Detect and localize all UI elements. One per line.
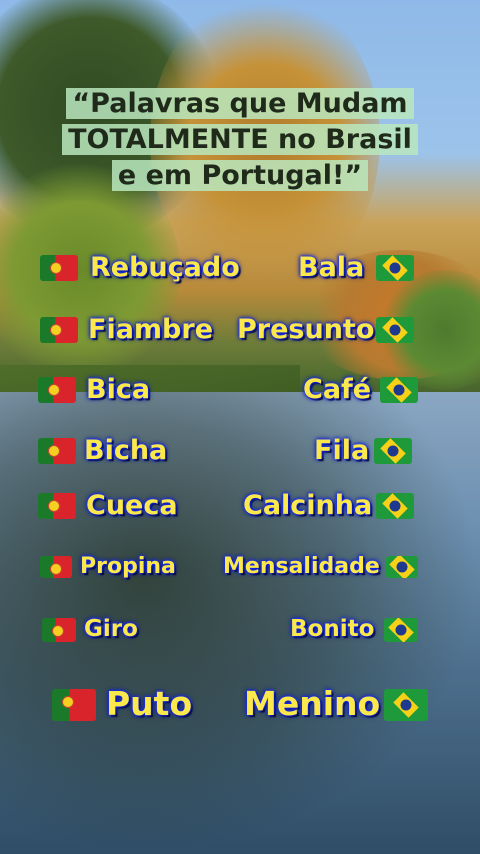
portugal-flag-icon <box>38 377 76 403</box>
brazil-flag-icon <box>384 618 418 642</box>
br-word: Fila <box>314 435 370 466</box>
portugal-flag-icon <box>40 255 78 281</box>
title-line: e em Portugal!” <box>111 160 369 191</box>
pt-word: Puto <box>106 684 193 723</box>
br-word: Calcinha <box>243 490 373 521</box>
pt-word: Cueca <box>86 490 178 521</box>
br-word: Bonito <box>290 616 375 642</box>
pt-word: Bicha <box>84 435 168 466</box>
portugal-flag-icon <box>52 689 96 721</box>
br-word: Mensalidade <box>223 554 380 579</box>
brazil-flag-icon <box>376 493 414 519</box>
word-pair-row: Giro Bonito <box>0 613 480 653</box>
br-word: Menino <box>244 684 381 723</box>
brazil-flag-icon <box>374 438 412 464</box>
word-pair-row: Fiambre Presunto <box>0 312 480 352</box>
portugal-flag-icon <box>40 317 78 343</box>
brazil-flag-icon <box>386 556 418 578</box>
portugal-flag-icon <box>38 438 76 464</box>
portugal-flag-icon <box>42 618 76 642</box>
brazil-flag-icon <box>384 689 428 721</box>
word-pair-row: Bica Café <box>0 372 480 412</box>
portugal-flag-icon <box>40 556 72 578</box>
word-pair-row: Cueca Calcinha <box>0 488 480 528</box>
word-pair-row: Puto Menino <box>0 684 480 730</box>
page-title: “Palavras que Mudam TOTALMENTE no Brasil… <box>40 86 440 194</box>
pt-word: Propina <box>80 554 176 579</box>
brazil-flag-icon <box>376 317 414 343</box>
word-pair-row: Bicha Fila <box>0 433 480 473</box>
br-word: Café <box>303 374 372 405</box>
br-word: Presunto <box>237 314 375 345</box>
brazil-flag-icon <box>376 255 414 281</box>
pt-word: Rebuçado <box>90 252 240 283</box>
word-pair-row: Propina Mensalidade <box>0 551 480 591</box>
br-word: Bala <box>298 252 365 283</box>
pt-word: Fiambre <box>88 314 214 345</box>
brazil-flag-icon <box>380 377 418 403</box>
title-line: “Palavras que Mudam <box>66 88 414 119</box>
pt-word: Giro <box>84 616 138 642</box>
portugal-flag-icon <box>38 493 76 519</box>
title-line: TOTALMENTE no Brasil <box>62 124 418 155</box>
pt-word: Bica <box>86 374 151 405</box>
word-pair-row: Rebuçado Bala <box>0 250 480 290</box>
